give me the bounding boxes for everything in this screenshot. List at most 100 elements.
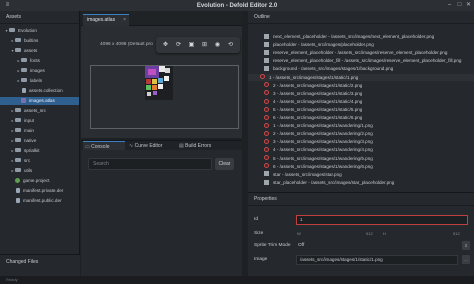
asset-tree-item[interactable]: ▾ Evolution (0, 27, 79, 35)
title-bar: ≡ Evolution - Defold Editor 2.0 – □ ✕ (0, 0, 474, 11)
tab-build-errors-label: Build Errors (185, 143, 212, 149)
image-icon (264, 41, 269, 47)
trim-select[interactable]: Off (298, 243, 304, 248)
atlas-preview-image (145, 66, 173, 100)
folder-icon (15, 108, 21, 113)
move-icon[interactable]: ✥ (161, 41, 170, 50)
console-search-input[interactable]: Search (88, 158, 212, 170)
outline-item[interactable]: 1 - /assets_src/images/stages/1/wanderin… (248, 122, 474, 130)
outline-item-label: 2 - /assets_src/images/stages/1/wanderin… (273, 131, 373, 137)
outline-item[interactable]: 2 - /assets_src/images/stages/1/wanderin… (248, 130, 474, 138)
asset-tree-item[interactable]: assets.collection (0, 87, 79, 95)
folder-icon (15, 158, 21, 163)
outline-item[interactable]: 6 - /assets_src/images/stages/1/wanderin… (248, 163, 474, 171)
asset-tree-item[interactable]: ▸ main (0, 127, 79, 135)
browse-icon[interactable]: … (462, 255, 470, 264)
asset-tree-item-label: builtins (24, 38, 39, 43)
outline-item[interactable]: 3 - /assets_src/images/stages/1/wanderin… (248, 138, 474, 146)
scale-icon[interactable]: ▣ (187, 41, 196, 50)
outline-item[interactable]: next_element_placeholder - /assets_src/i… (248, 33, 474, 41)
visibility-icon[interactable]: ◉ (213, 41, 222, 50)
outline-item[interactable]: placeholder - /assets_src/images/placeho… (248, 41, 474, 49)
asset-tree-item[interactable]: ▾ assets (0, 47, 79, 55)
outline-item[interactable]: reserve_element_placeholder_fill - /asse… (248, 57, 474, 65)
outline-item[interactable]: reserve_element_placeholder - /assets_sr… (248, 49, 474, 57)
asset-tree-item[interactable]: ▸ builtins (0, 37, 79, 45)
trim-dropdown-icon[interactable]: ⇕ (462, 241, 470, 250)
folder-icon (9, 28, 15, 33)
tab-label: images.atlas (87, 17, 116, 23)
folder-icon (15, 128, 21, 133)
outline-item-label: 3 - /assets_src/images/stages/1/wanderin… (273, 139, 373, 145)
changed-files-label: Changed Files (6, 259, 39, 265)
asset-tree-item[interactable]: ▸ fonts (0, 57, 79, 65)
asset-tree-item[interactable]: game.project (0, 177, 79, 185)
close-tab-icon[interactable]: × (123, 15, 126, 26)
maximize-icon[interactable]: □ (456, 2, 463, 9)
error-icon (264, 139, 269, 145)
outline-item[interactable]: star_placeholder - /assets_src/images/st… (248, 179, 474, 187)
outline-item[interactable]: 2 - /assets_src/images/stages/1/static/2… (248, 82, 474, 90)
size-w-label: W (297, 231, 301, 236)
camera-icon[interactable]: ⟲ (226, 41, 235, 50)
asset-tree-item[interactable]: ▸ input (0, 117, 79, 125)
asset-tree-item[interactable]: images.atlas (0, 97, 79, 105)
outline-item-label: 1 - /assets_src/images/stages/1/static/1… (269, 74, 359, 80)
folder-icon (21, 68, 27, 73)
error-icon (260, 74, 265, 80)
image-icon (264, 171, 269, 177)
outline-item[interactable]: 3 - /assets_src/images/stages/1/static/3… (248, 90, 474, 98)
asset-tree-item-label: assets (24, 48, 38, 53)
asset-tree-item[interactable]: manifest.private.der (0, 187, 79, 195)
asset-tree-item[interactable]: ▸ assets_src (0, 107, 79, 115)
file-icon (16, 197, 20, 203)
outline-item[interactable]: 5 - /assets_src/images/stages/1/wanderin… (248, 155, 474, 163)
error-icon (264, 163, 269, 169)
asset-tree-item[interactable]: ▸ utils (0, 167, 79, 175)
minimize-icon[interactable]: – (446, 2, 453, 9)
asset-tree-item[interactable]: ▸ native (0, 137, 79, 145)
clear-button[interactable]: Clear (215, 158, 234, 170)
outline-item-label: 4 - /assets_src/images/stages/1/wanderin… (273, 147, 373, 153)
asset-tree-item[interactable]: manifest.public.der (0, 197, 79, 205)
snap-icon[interactable]: ⊞ (200, 41, 209, 50)
asset-tree-item[interactable]: ▸ sprialkit (0, 147, 79, 155)
asset-tree-item-label: sprialkit (24, 148, 40, 153)
curve-icon: ∿ (129, 143, 134, 149)
outline-item[interactable]: 1 - /assets_src/images/stages/1/static/1… (248, 73, 474, 82)
asset-tree-item-label: native (24, 138, 37, 143)
outline-item-label: 2 - /assets_src/images/stages/1/static/2… (273, 82, 363, 88)
properties-header: Properties (248, 193, 474, 206)
image-field[interactable]: /assets_src/images/stages/1/static/1.png (296, 255, 458, 265)
image-icon (264, 58, 269, 64)
rotate-icon[interactable]: ⟳ (174, 41, 183, 50)
outline-item[interactable]: star - /assets_src/images/star.png (248, 171, 474, 179)
asset-tree-item[interactable]: ▸ images (0, 67, 79, 75)
outline-root-row[interactable] (248, 24, 474, 32)
outline-item-label: 4 - /assets_src/images/stages/1/static/4… (273, 98, 363, 104)
outline-item[interactable]: background - /assets_src/images/stages/1… (248, 65, 474, 73)
outline-item[interactable]: 5 - /assets_src/images/stages/1/static/5… (248, 106, 474, 114)
outline-item[interactable]: 4 - /assets_src/images/stages/1/static/4… (248, 98, 474, 106)
outline-item[interactable]: 4 - /assets_src/images/stages/1/wanderin… (248, 146, 474, 154)
asset-tree-item-label: src (24, 158, 31, 163)
assets-panel: Assets ▾ Evolution ▸ builtins ▾ assets ▸ fonts ▸… (0, 11, 80, 284)
folder-icon (15, 48, 21, 53)
outline-item-label: 1 - /assets_src/images/stages/1/wanderin… (273, 123, 373, 129)
tab-images-atlas[interactable]: images.atlas × (83, 14, 129, 26)
folder-icon (21, 78, 27, 83)
error-icon (264, 114, 269, 120)
asset-tree-item-label: labels (30, 78, 43, 83)
close-icon[interactable]: ✕ (465, 2, 472, 9)
asset-tree-item-label: utils (24, 168, 33, 173)
outline-panel: Outline next_element_placeholder - /asse… (248, 11, 474, 192)
outline-item[interactable]: 6 - /assets_src/images/stages/1/static/6… (248, 114, 474, 122)
folder-icon (15, 138, 21, 143)
size-label: Size (254, 231, 264, 236)
window-title: Evolution - Defold Editor 2.0 (196, 2, 278, 9)
error-icon (264, 130, 269, 136)
asset-tree-item[interactable]: ▸ labels (0, 77, 79, 85)
folder-icon (21, 58, 27, 63)
asset-tree-item[interactable]: ▸ src (0, 157, 79, 165)
id-field[interactable]: 1 (296, 215, 468, 225)
